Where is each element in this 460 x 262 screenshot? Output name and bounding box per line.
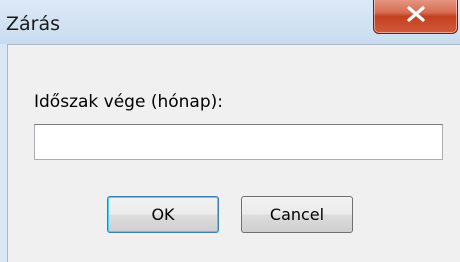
cancel-button[interactable]: Cancel (241, 196, 353, 233)
ok-button[interactable]: OK (107, 196, 219, 233)
title-bar[interactable]: Zárás (0, 0, 460, 44)
dialog-window: Zárás Időszak vége (hónap): OK Cancel (0, 0, 460, 262)
period-end-input[interactable] (34, 124, 443, 160)
close-icon (407, 6, 425, 22)
close-button[interactable] (373, 0, 458, 34)
period-end-label: Időszak vége (hónap): (34, 92, 223, 112)
window-title: Zárás (6, 13, 61, 35)
dialog-body: Időszak vége (hónap): OK Cancel (7, 44, 460, 262)
